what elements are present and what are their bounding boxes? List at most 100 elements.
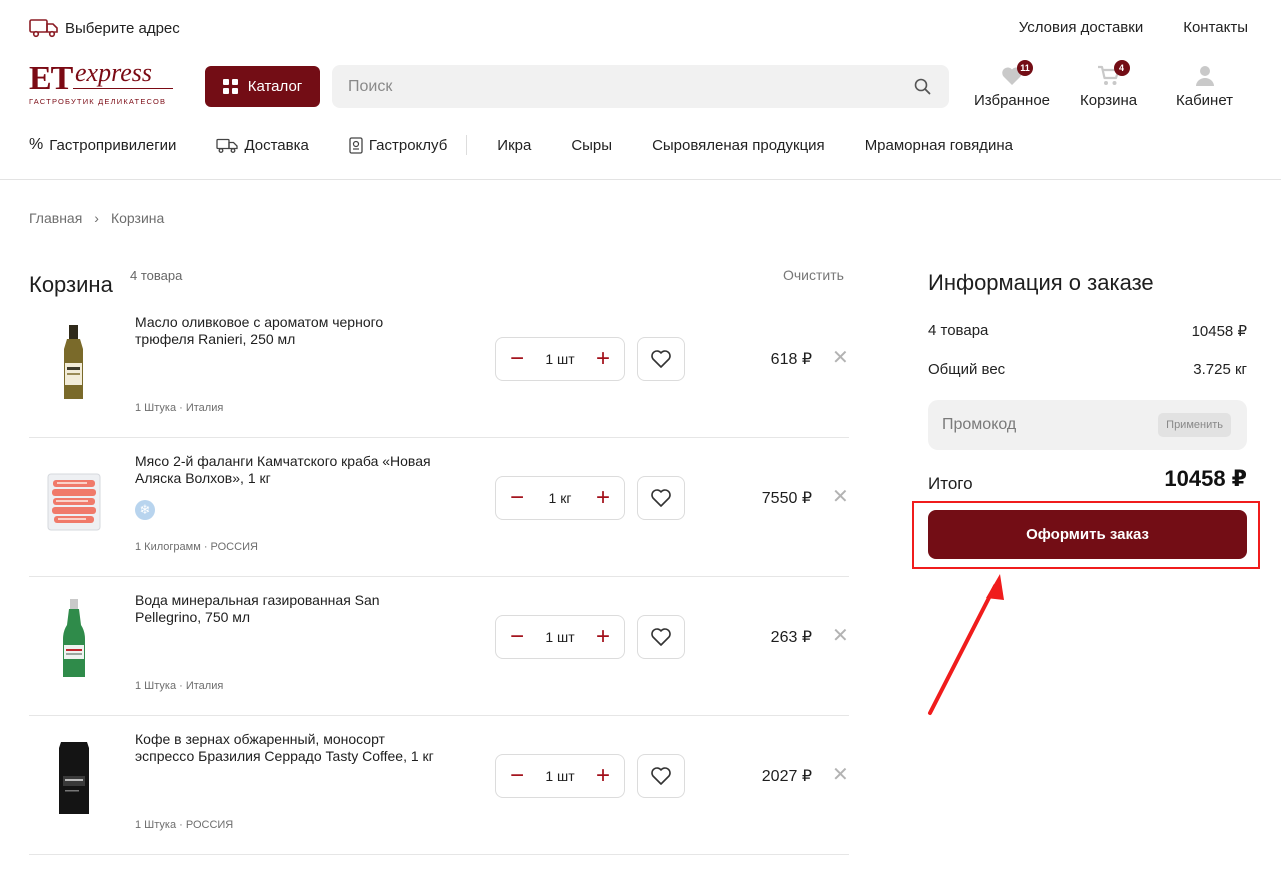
product-meta: 1 Штука · Италия (135, 402, 224, 414)
heart-outline-icon (651, 767, 671, 785)
cart-button[interactable]: 4 Корзина (1080, 60, 1138, 109)
annotation-arrow (928, 574, 1004, 715)
heart-outline-icon (651, 489, 671, 507)
increase-button[interactable]: + (594, 625, 612, 649)
contacts-link[interactable]: Контакты (1183, 19, 1248, 36)
nav-item-cured-meat[interactable]: Сыровяленая продукция (652, 137, 825, 154)
order-items-row: 4 товара 10458 ₽ (928, 322, 1247, 340)
catalog-button[interactable]: Каталог (205, 66, 320, 107)
product-name[interactable]: Вода минеральная газированная San Pelleg… (135, 592, 445, 626)
order-info-title: Информация о заказе (928, 270, 1154, 295)
total-label: Итого (928, 474, 973, 493)
order-weight-label: Общий вес (928, 361, 1006, 378)
remove-item-button[interactable]: ✕ (832, 348, 849, 368)
apply-promo-button[interactable]: Применить (1158, 413, 1231, 437)
nav-item-caviar[interactable]: Икра (497, 137, 531, 154)
decrease-button[interactable]: − (508, 625, 526, 649)
quantity-stepper: − 1 шт + (495, 337, 625, 381)
quantity-value: 1 шт (545, 351, 575, 367)
cart-count-badge: 4 (1113, 60, 1130, 76)
nav-label: Сыровяленая продукция (652, 136, 825, 154)
increase-button[interactable]: + (594, 764, 612, 788)
favorites-count-badge: 11 (1017, 60, 1034, 76)
search-icon[interactable] (914, 78, 931, 95)
coffee-bag-image (59, 742, 89, 814)
grid-icon (222, 79, 238, 94)
truck-icon (216, 138, 239, 153)
product-price: 263 ₽ (770, 629, 812, 646)
quantity-value: 1 шт (545, 768, 575, 784)
cart-item-count: 4 товара (130, 268, 183, 283)
header-divider (0, 179, 1281, 180)
delivery-terms-link[interactable]: Условия доставки (1019, 19, 1143, 36)
add-to-favorites-button[interactable] (637, 615, 685, 659)
checkout-button[interactable]: Оформить заказ (928, 510, 1247, 559)
nav-label: Сыры (571, 136, 613, 154)
order-items-label: 4 товара (928, 322, 989, 339)
order-weight-row: Общий вес 3.725 кг (928, 361, 1247, 378)
quantity-stepper: − 1 шт + (495, 615, 625, 659)
decrease-button[interactable]: − (508, 764, 526, 788)
main-nav: % Гастропривилегии Доставка Гастроклуб И… (29, 135, 1053, 155)
nav-item-privileges[interactable]: % Гастропривилегии (29, 136, 176, 154)
nav-item-marbled-beef[interactable]: Мраморная говядина (865, 137, 1013, 154)
product-meta: 1 Килограмм · РОССИЯ (135, 541, 258, 553)
product-name[interactable]: Кофе в зернах обжаренный, моносорт эспре… (135, 731, 445, 765)
quantity-value: 1 кг (548, 490, 572, 506)
quantity-stepper: − 1 кг + (495, 476, 625, 520)
increase-button[interactable]: + (594, 347, 612, 371)
logo-main: ET (29, 60, 73, 97)
quantity-stepper: − 1 шт + (495, 754, 625, 798)
heart-outline-icon (651, 628, 671, 646)
frozen-icon: ❄ (135, 500, 155, 520)
product-name[interactable]: Мясо 2-й фаланги Камчатского краба «Нова… (135, 453, 445, 487)
logo-underline (73, 88, 173, 89)
cart-label: Корзина (1080, 92, 1138, 109)
water-bottle-image (63, 599, 85, 677)
nav-item-cheese[interactable]: Сыры (571, 137, 612, 154)
address-selector[interactable]: Выберите адрес (29, 18, 180, 38)
clear-cart-button[interactable]: Очистить (783, 267, 844, 283)
account-button[interactable]: Кабинет (1176, 62, 1233, 109)
favorites-button[interactable]: 11 Избранное (974, 60, 1051, 109)
total-value: 10458 ₽ (1164, 466, 1247, 491)
olive-oil-bottle-image (64, 325, 83, 399)
user-icon (1195, 66, 1214, 86)
crab-meat-pack-image (47, 473, 101, 531)
favorites-label: Избранное (974, 92, 1051, 109)
logo[interactable]: ET express ГАСТРОБУТИК ДЕЛИКАТЕСОВ (29, 58, 179, 110)
add-to-favorites-button[interactable] (637, 337, 685, 381)
remove-item-button[interactable]: ✕ (832, 626, 849, 646)
cart-item: Кофе в зернах обжаренный, моносорт эспре… (29, 716, 849, 855)
cart-item: Масло оливковое с ароматом черного трюфе… (29, 299, 849, 438)
increase-button[interactable]: + (594, 486, 612, 510)
remove-item-button[interactable]: ✕ (832, 765, 849, 785)
account-label: Кабинет (1176, 92, 1234, 109)
product-meta: 1 Штука · Италия (135, 680, 224, 692)
decrease-button[interactable]: − (508, 486, 526, 510)
promo-code-input[interactable] (942, 400, 1142, 450)
search-input[interactable] (348, 65, 888, 108)
logo-tagline: ГАСТРОБУТИК ДЕЛИКАТЕСОВ (29, 97, 167, 106)
nav-label: Гастроклуб (368, 136, 448, 154)
remove-item-button[interactable]: ✕ (832, 487, 849, 507)
add-to-favorites-button[interactable] (637, 754, 685, 798)
heart-outline-icon (651, 350, 671, 368)
nav-divider (466, 135, 468, 155)
address-label: Выберите адрес (65, 19, 180, 37)
percent-icon: % (29, 136, 44, 153)
card-icon (349, 136, 363, 154)
cart-item: Вода минеральная газированная San Pelleg… (29, 577, 849, 716)
nav-item-delivery[interactable]: Доставка (216, 136, 309, 154)
order-items-total: 10458 ₽ (1191, 323, 1247, 340)
item-divider (29, 854, 849, 855)
quantity-value: 1 шт (545, 629, 575, 645)
breadcrumb-current: Корзина (110, 210, 165, 226)
product-name[interactable]: Масло оливковое с ароматом черного трюфе… (135, 314, 445, 348)
breadcrumb-home[interactable]: Главная (29, 210, 82, 226)
add-to-favorites-button[interactable] (637, 476, 685, 520)
decrease-button[interactable]: − (508, 347, 526, 371)
nav-item-club[interactable]: Гастроклуб (349, 137, 447, 154)
nav-label: Доставка (244, 136, 309, 154)
page-title: Корзина (29, 272, 113, 297)
